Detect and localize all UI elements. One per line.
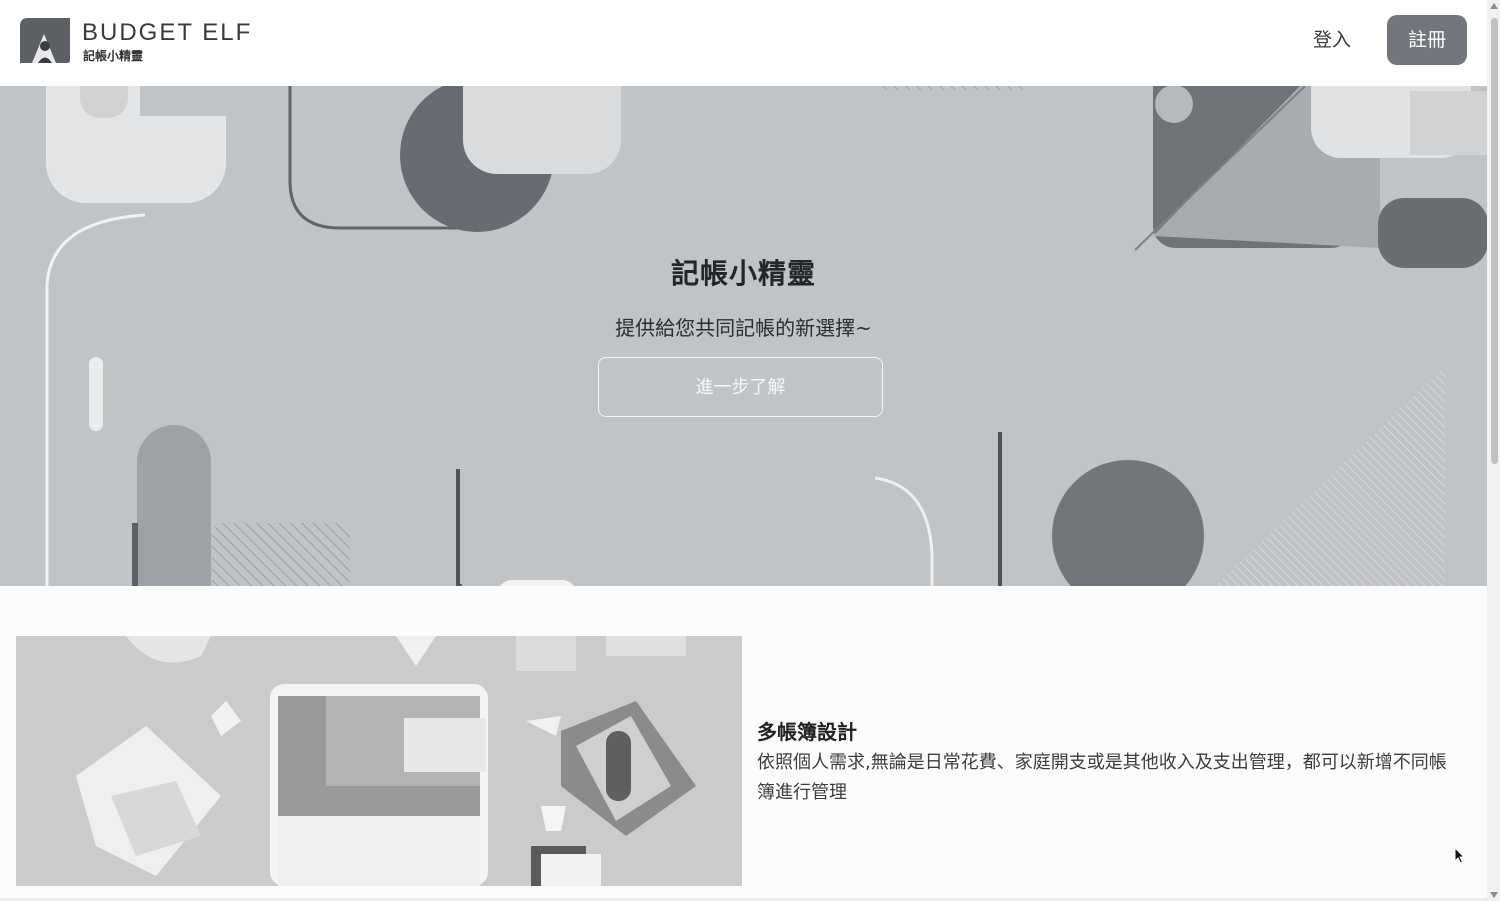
learn-more-button[interactable]: 進一步了解 (598, 357, 883, 417)
scroll-up-arrow-icon[interactable] (1490, 3, 1498, 9)
hero-banner: 記帳小精靈 提供給您共同記帳的新選擇~ 進一步了解 (0, 86, 1487, 586)
hero-subtitle: 提供給您共同記帳的新選擇~ (615, 316, 872, 340)
feature-title: 多帳簿設計 (757, 720, 857, 744)
brand-name-zh: 記帳小精靈 (83, 49, 144, 63)
top-navbar: BUDGET ELF 記帳小精靈 登入 註冊 (0, 0, 1487, 86)
scroll-down-arrow-icon[interactable] (1490, 892, 1498, 898)
brand-logo[interactable]: BUDGET ELF 記帳小精靈 (18, 16, 258, 66)
feature-description: 依照個人需求,無論是日常花費、家庭開支或是其他收入及支出管理，都可以新增不同帳簿… (757, 752, 1447, 803)
page-scrollbar[interactable] (1487, 0, 1500, 901)
multi-ledger-illustration (16, 636, 742, 886)
elf-logo-icon (20, 18, 70, 63)
ledger-scene-icon (16, 636, 742, 886)
mouse-pointer-icon (1454, 847, 1466, 864)
scrollbar-thumb[interactable] (1491, 18, 1498, 464)
register-button[interactable]: 註冊 (1387, 15, 1467, 65)
brand-name-en: BUDGET ELF (82, 19, 253, 46)
hero-title: 記帳小精靈 (670, 257, 816, 290)
login-link[interactable]: 登入 (1296, 22, 1368, 58)
